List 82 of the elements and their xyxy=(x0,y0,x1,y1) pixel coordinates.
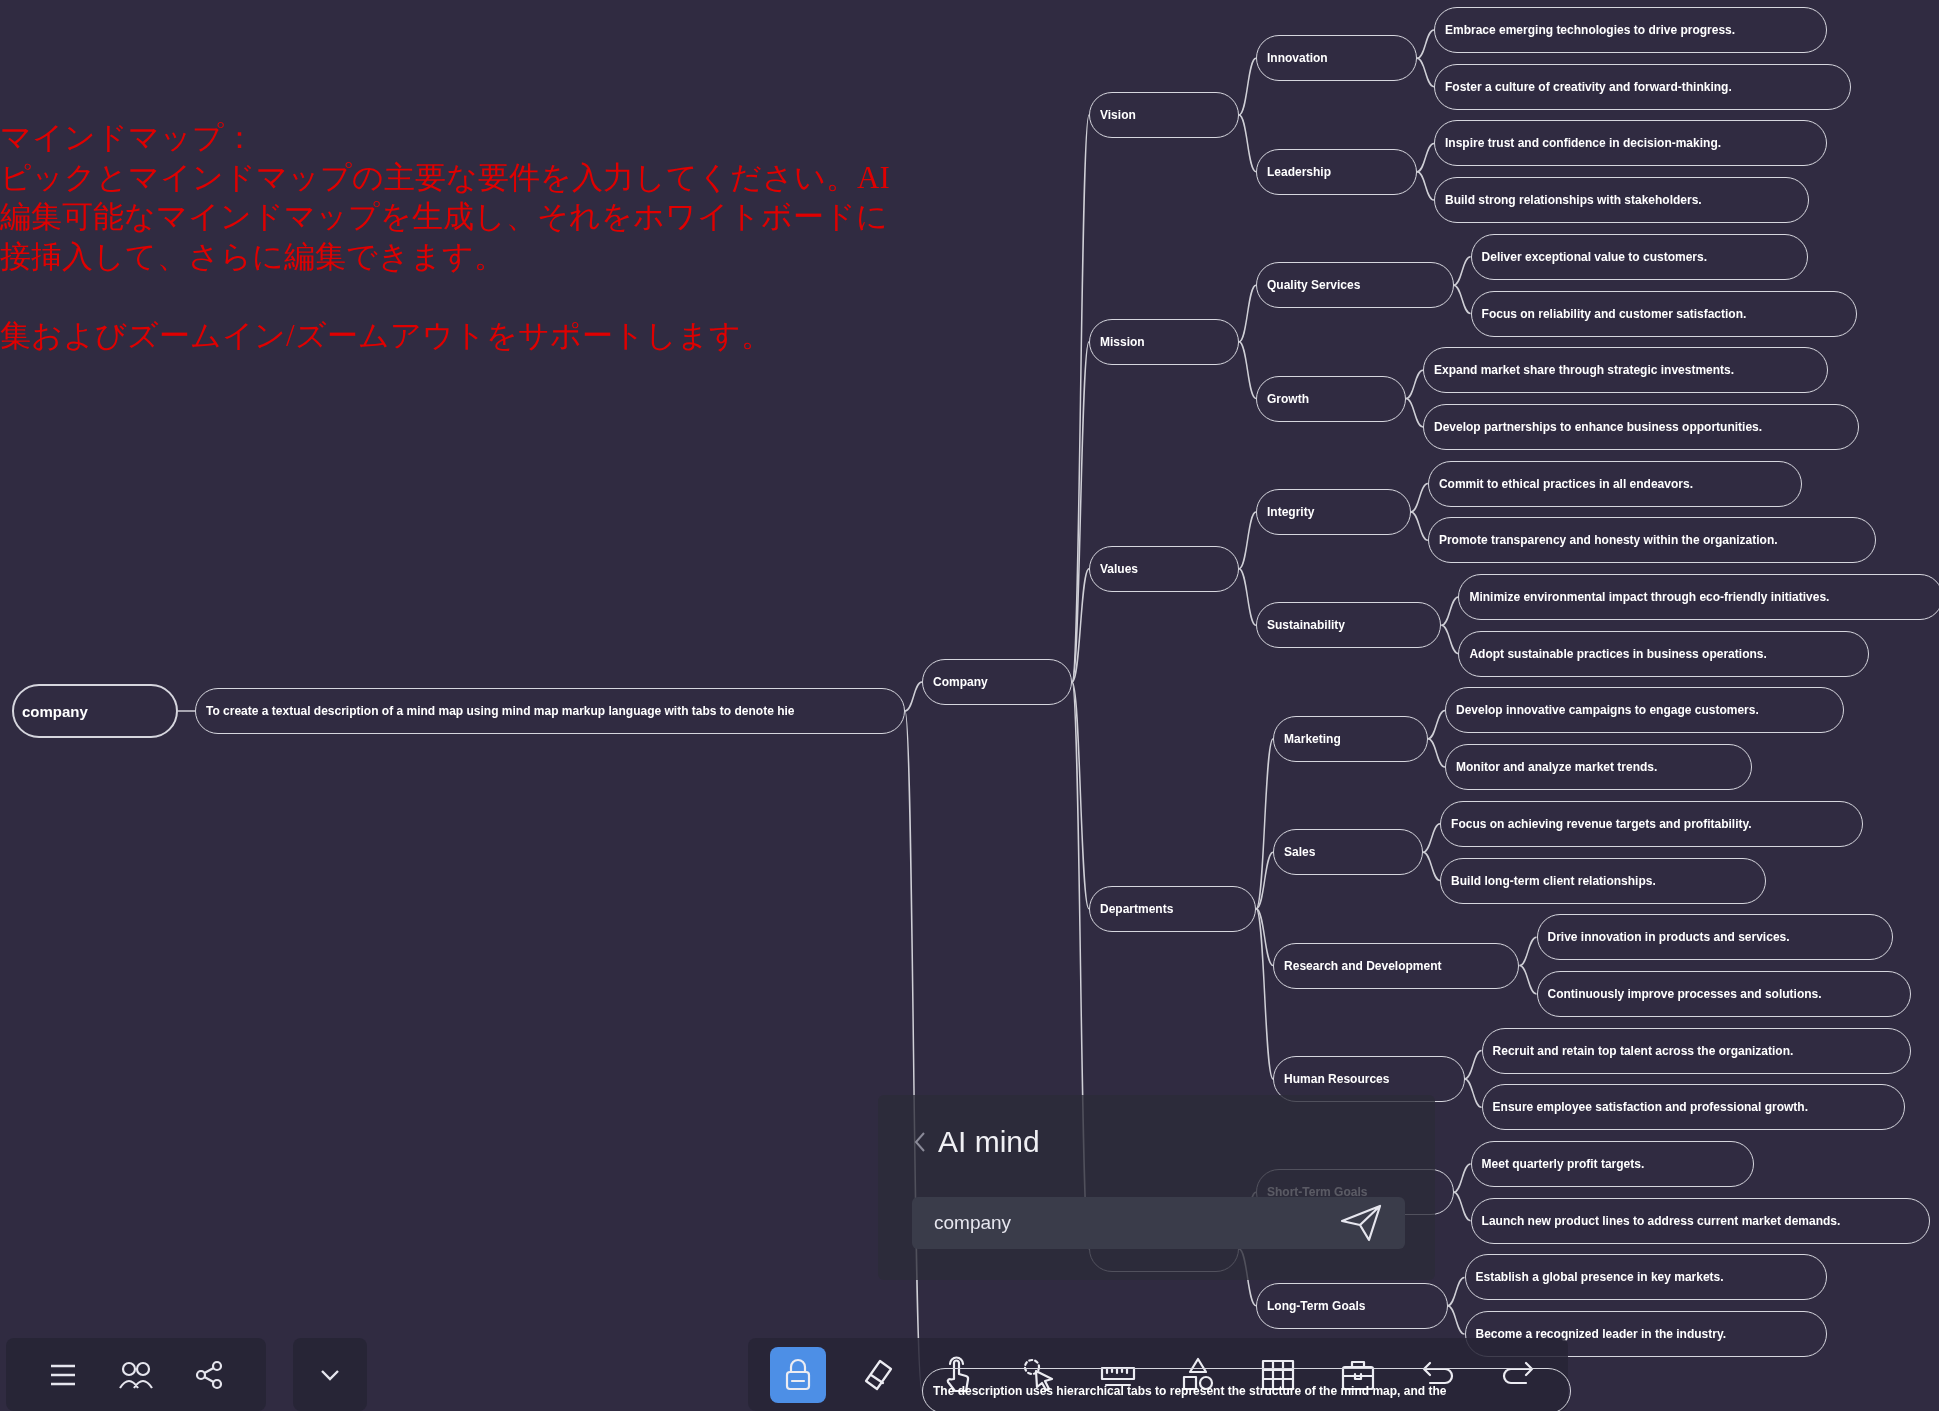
panel-title: AI mind xyxy=(938,1125,1040,1159)
connector-line xyxy=(177,710,196,712)
mind-map-node[interactable]: Vision xyxy=(1089,92,1239,139)
chevron-down-icon xyxy=(319,1367,341,1382)
people-icon[interactable] xyxy=(118,1359,154,1390)
intro-text-line: ピックとマインドマップの主要な要件を入力してください。AI xyxy=(0,158,890,197)
connector-line xyxy=(1440,596,1460,627)
connector-line xyxy=(1452,284,1472,315)
connector-line xyxy=(1427,709,1446,740)
intro-text-line: 集およびズームイン/ズームアウトをサポートします。 xyxy=(0,316,772,355)
mind-map-node[interactable]: Mission xyxy=(1089,318,1239,365)
connector-line xyxy=(1238,511,1257,570)
mind-map-node[interactable]: Focus on reliability and customer satisfaction. xyxy=(1470,290,1858,337)
connector-line xyxy=(1446,1305,1466,1335)
mind-map-node[interactable]: Company xyxy=(922,659,1072,706)
mind-map-node[interactable]: Departments xyxy=(1089,885,1257,932)
connector-line xyxy=(1410,482,1429,513)
connector-line xyxy=(1238,341,1257,400)
mind-map-node[interactable]: Quality Services xyxy=(1256,262,1454,309)
connector-line xyxy=(1416,142,1435,173)
connector-line xyxy=(1518,964,1538,995)
mind-map-node[interactable]: Minimize environmental impact through eco-friendly initiatives. xyxy=(1458,574,1939,620)
mind-map-node[interactable]: Growth xyxy=(1256,375,1406,422)
mind-map-node[interactable]: Develop innovative campaigns to engage customers. xyxy=(1445,687,1844,734)
mind-map-node[interactable]: Develop partnerships to enhance business opportunities. xyxy=(1423,403,1859,450)
connector-line xyxy=(1416,57,1435,88)
share-icon[interactable] xyxy=(194,1359,224,1390)
mind-map-node[interactable]: Values xyxy=(1089,545,1239,592)
prompt-input[interactable]: company xyxy=(912,1197,1405,1249)
mind-map-node[interactable]: Deliver exceptional value to customers. xyxy=(1470,233,1809,280)
connector-line xyxy=(1405,369,1424,400)
intro-text-line: マインドマップ： xyxy=(0,119,255,157)
mind-map-node[interactable]: Integrity xyxy=(1256,488,1411,535)
mind-map-node[interactable]: Adopt sustainable practices in business operations. xyxy=(1458,630,1870,677)
mind-map-node[interactable]: Leadership xyxy=(1256,148,1417,195)
mind-map-node[interactable]: Drive innovation in products and services. xyxy=(1536,914,1893,961)
mind-map-node[interactable]: Embrace emerging technologies to drive progress. xyxy=(1434,7,1827,53)
connector-line xyxy=(1238,567,1257,627)
mind-map-node[interactable]: Focus on achieving revenue targets and profitability. xyxy=(1440,800,1864,847)
connector-line xyxy=(1238,284,1257,343)
connector-line xyxy=(1427,738,1446,768)
mind-map-node[interactable]: Inspire trust and confidence in decision-making. xyxy=(1434,120,1827,167)
mind-map-node[interactable]: Commit to ethical practices in all endeavors. xyxy=(1427,460,1803,507)
tool-button[interactable] xyxy=(770,1346,826,1403)
mind-map-node[interactable]: Promote transparency and honesty within the organization. xyxy=(1427,517,1876,564)
mind-map-node[interactable]: Marketing xyxy=(1273,715,1428,762)
mind-map-node[interactable]: Continuously improve processes and solutions. xyxy=(1536,970,1911,1017)
connector-line xyxy=(1446,1276,1466,1307)
mind-map-node[interactable]: Meet quarterly profit targets. xyxy=(1470,1141,1754,1187)
mind-map-node[interactable]: Innovation xyxy=(1256,35,1417,82)
connector-line xyxy=(1238,57,1257,116)
mind-map-node[interactable]: Expand market share through strategic investments. xyxy=(1423,347,1828,394)
connector-line xyxy=(1238,114,1257,173)
connector-line xyxy=(1463,1078,1483,1109)
mind-map-node[interactable]: Foster a culture of creativity and forward-thinking. xyxy=(1434,63,1852,110)
mind-map-node[interactable]: To create a textual description of a mind map using mind map markup language with tabs to denote hie xyxy=(195,688,905,734)
connector-line xyxy=(1416,29,1435,60)
mind-map-node[interactable]: Build long-term client relationships. xyxy=(1440,857,1766,904)
back-icon[interactable] xyxy=(914,1131,926,1153)
mind-map-node[interactable]: Launch new product lines to address current market demands. xyxy=(1470,1197,1931,1244)
mind-map-node[interactable]: Ensure employee satisfaction and professional growth. xyxy=(1481,1084,1905,1131)
connector-line xyxy=(1452,256,1472,286)
connector-line xyxy=(1463,1049,1483,1080)
mind-map-node[interactable]: Build strong relationships with stakeholders. xyxy=(1434,177,1809,224)
connector-line xyxy=(1440,624,1460,655)
send-icon[interactable] xyxy=(1339,1203,1383,1243)
connector-line xyxy=(1405,397,1424,428)
mind-map-node[interactable]: Establish a global presence in key markets. xyxy=(1464,1254,1827,1301)
connector-line xyxy=(1422,823,1441,853)
mind-map-node[interactable]: Sustainability xyxy=(1256,602,1442,649)
mind-map-node[interactable]: Recruit and retain top talent across the organization. xyxy=(1481,1027,1911,1074)
intro-text-line: 編集可能なマインドマップを生成し、それをホワイトボードに xyxy=(0,198,888,236)
connector-line xyxy=(1518,936,1538,967)
connector-line xyxy=(1422,851,1441,882)
intro-text-line: 接挿入して、さらに編集できます。 xyxy=(0,237,505,276)
connector-line xyxy=(1416,171,1435,201)
mind-map-node[interactable]: Long-Term Goals xyxy=(1256,1282,1448,1329)
mind-map-node[interactable]: Monitor and analyze market trends. xyxy=(1445,744,1753,791)
mind-map-node[interactable]: Sales xyxy=(1273,829,1424,876)
mind-map-node[interactable]: Research and Development xyxy=(1273,942,1520,989)
connector-line xyxy=(1410,511,1429,542)
mind-map-node[interactable]: company xyxy=(12,684,178,738)
